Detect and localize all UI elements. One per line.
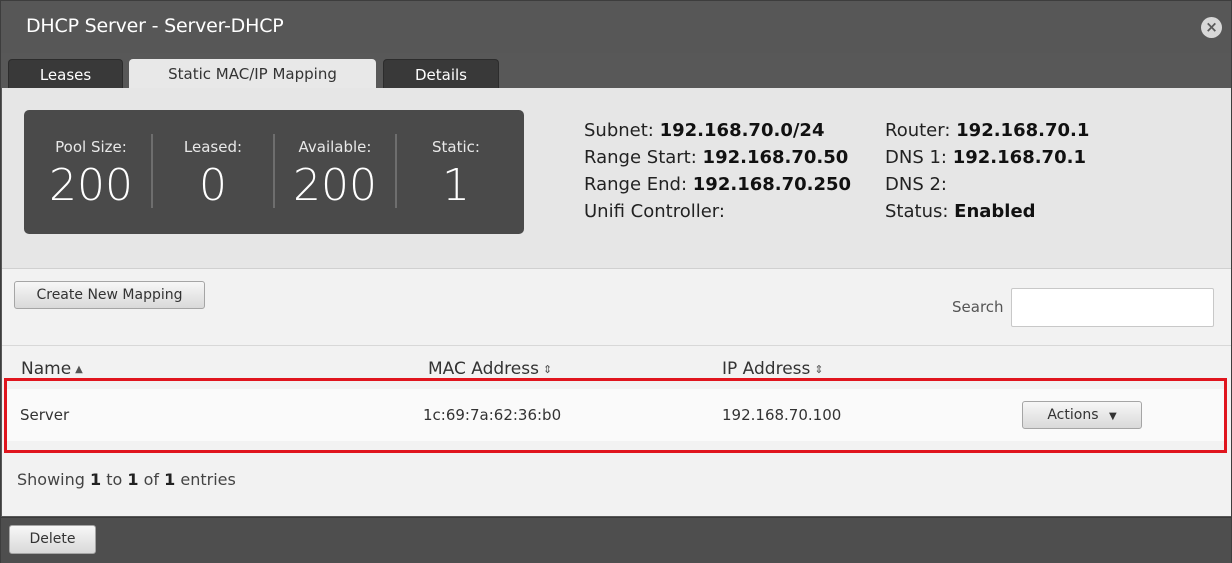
search-label: Search	[952, 298, 1004, 316]
stat-pool-size: Pool Size: 200	[30, 110, 152, 234]
info-label: DNS 2:	[885, 174, 947, 195]
col-label: Name	[21, 359, 72, 379]
info-value: 192.168.70.50	[702, 147, 849, 168]
info-value: 192.168.70.0/24	[659, 120, 825, 141]
info-label: DNS 1:	[885, 147, 947, 168]
stat-leased: Leased: 0	[152, 110, 274, 234]
info-router: Router: 192.168.70.1	[885, 120, 1089, 141]
cell-mac: 1c:69:7a:62:36:b0	[423, 406, 562, 424]
info-range-start: Range Start: 192.168.70.50	[584, 147, 848, 168]
showing-word: Showing	[17, 470, 85, 489]
mapping-panel: Create New Mapping Search Name ▲ MAC Addr…	[2, 268, 1231, 516]
info-label: Subnet:	[584, 120, 654, 141]
showing-from: 1	[90, 470, 102, 489]
stat-value: 200	[49, 160, 133, 211]
col-mac-header[interactable]: MAC Address ⇕	[428, 359, 552, 379]
info-label: Status:	[885, 201, 949, 222]
stat-label: Available:	[298, 138, 372, 156]
actions-button[interactable]: Actions ▼	[1022, 401, 1142, 429]
tab-leases[interactable]: Leases	[8, 59, 123, 88]
info-label: Range Start:	[584, 147, 697, 168]
col-ip-header[interactable]: IP Address ⇕	[722, 359, 824, 379]
showing-to: 1	[127, 470, 139, 489]
info-label: Range End:	[584, 174, 688, 195]
showing-total: 1	[164, 470, 176, 489]
status-badge: Enabled	[954, 201, 1036, 222]
col-label: MAC Address	[428, 359, 539, 379]
dialog-title: DHCP Server - Server-DHCP	[26, 15, 284, 37]
create-mapping-button[interactable]: Create New Mapping	[14, 281, 205, 309]
info-value: 192.168.70.1	[952, 147, 1086, 168]
info-range-end: Range End: 192.168.70.250	[584, 174, 851, 195]
search-input[interactable]	[1011, 288, 1214, 327]
stat-label: Static:	[432, 138, 480, 156]
stat-label: Leased:	[183, 138, 243, 156]
tab-static-mapping[interactable]: Static MAC/IP Mapping	[129, 59, 376, 88]
actions-label: Actions	[1047, 407, 1099, 423]
sort-icon: ⇕	[542, 362, 553, 376]
info-unifi: Unifi Controller:	[584, 201, 725, 222]
close-icon[interactable]: ×	[1201, 17, 1222, 38]
of-word: of	[143, 470, 160, 489]
caret-down-icon: ▼	[1108, 411, 1117, 422]
stats-box: Pool Size: 200 Leased: 0 Available: 200 …	[24, 110, 524, 234]
stat-value: 1	[442, 160, 470, 211]
entries-word: entries	[180, 470, 236, 489]
info-dns1: DNS 1: 192.168.70.1	[885, 147, 1086, 168]
dhcp-dialog: DHCP Server - Server-DHCP × Leases Stati…	[0, 0, 1232, 563]
sort-asc-icon: ▲	[75, 363, 83, 375]
stat-value: 200	[293, 160, 377, 211]
cell-name: Server	[20, 406, 70, 424]
bottom-bar: Delete	[1, 517, 1231, 563]
info-status: Status: Enabled	[885, 201, 1036, 222]
to-word: to	[106, 470, 123, 489]
delete-button[interactable]: Delete	[9, 525, 96, 554]
cell-ip: 192.168.70.100	[722, 406, 842, 424]
stat-value: 0	[199, 160, 227, 211]
info-value: 192.168.70.250	[692, 174, 852, 195]
info-dns2: DNS 2:	[885, 174, 947, 195]
sort-icon: ⇕	[814, 362, 824, 376]
summary-section: Pool Size: 200 Leased: 0 Available: 200 …	[2, 88, 1231, 268]
col-label: IP Address	[722, 359, 811, 379]
tab-details[interactable]: Details	[383, 59, 499, 88]
stat-available: Available: 200	[274, 110, 396, 234]
entries-info: Showing 1 to 1 of 1 entries	[17, 470, 236, 489]
title-bar: DHCP Server - Server-DHCP ×	[1, 1, 1231, 53]
table-row[interactable]: Server 1c:69:7a:62:36:b0 192.168.70.100 …	[4, 389, 1226, 441]
col-name-header[interactable]: Name ▲	[21, 359, 83, 379]
stat-static: Static: 1	[395, 110, 517, 234]
table-header: Name ▲ MAC Address ⇕ IP Address ⇕	[2, 345, 1231, 381]
info-subnet: Subnet: 192.168.70.0/24	[584, 120, 824, 141]
info-label: Router:	[885, 120, 951, 141]
info-value: 192.168.70.1	[956, 120, 1090, 141]
info-label: Unifi Controller:	[584, 201, 725, 222]
stat-label: Pool Size:	[55, 138, 127, 156]
